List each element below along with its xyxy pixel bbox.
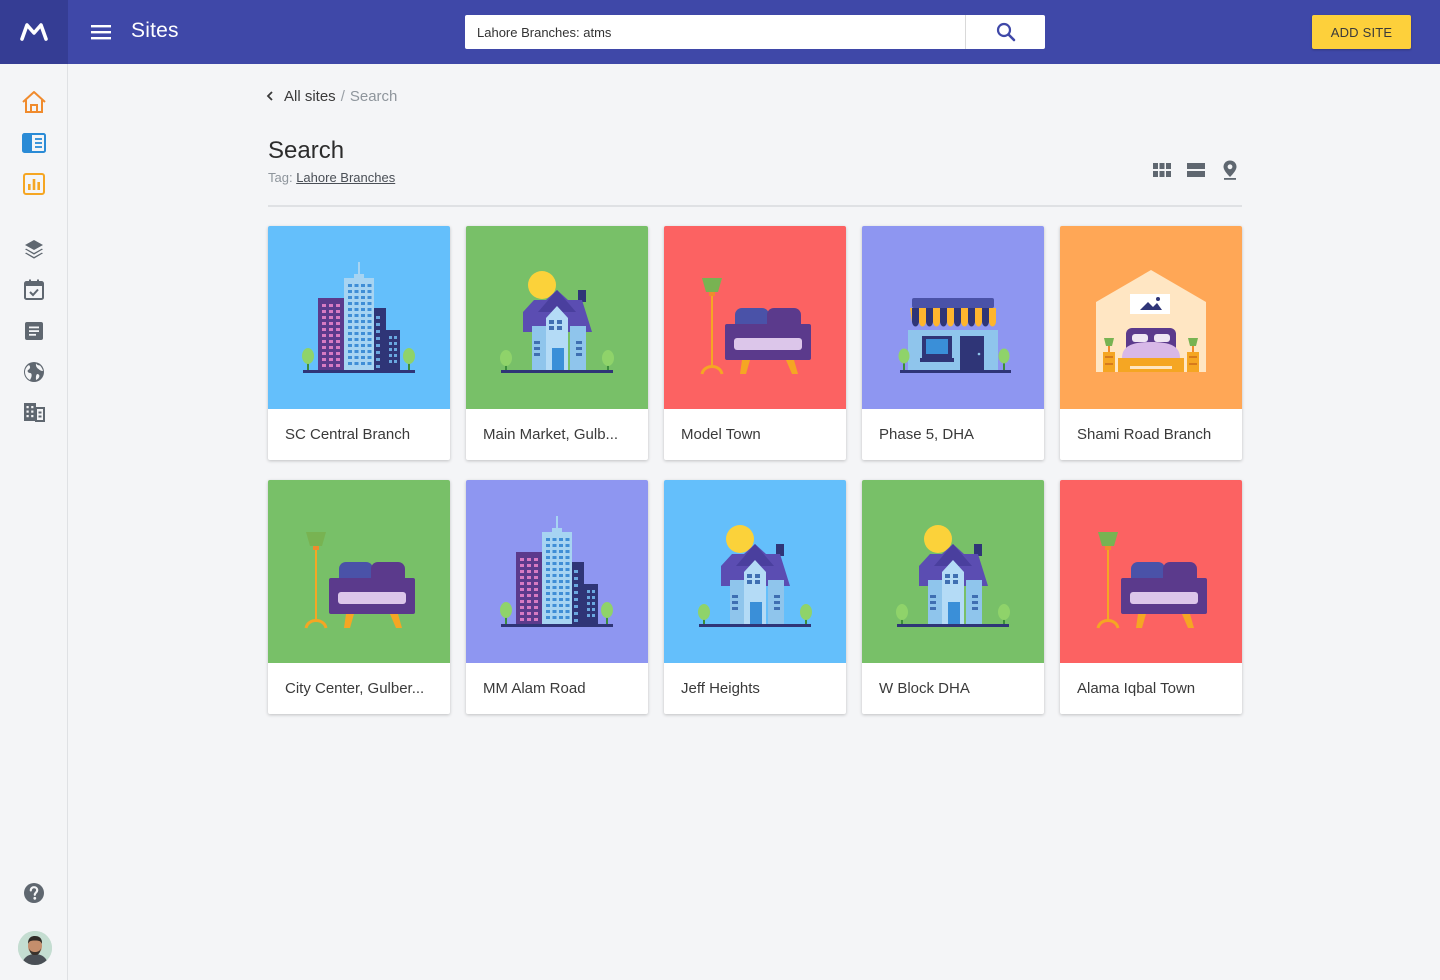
site-card-title: Phase 5, DHA	[879, 426, 975, 443]
sidebar-item-reports[interactable]	[21, 130, 47, 156]
site-card-title: Main Market, Gulb...	[483, 426, 619, 443]
bedroom-illustration	[1060, 226, 1242, 409]
list-view-icon	[1187, 163, 1205, 177]
site-card-title: Model Town	[681, 426, 761, 443]
avatar[interactable]	[18, 931, 52, 965]
tag-link[interactable]: Lahore Branches	[296, 170, 395, 185]
sidebar-item-globe[interactable]	[21, 359, 47, 385]
help-icon	[24, 883, 44, 903]
sofa-illustration	[268, 480, 450, 663]
site-card-title: City Center, Gulber...	[285, 680, 425, 697]
app-logo[interactable]	[0, 0, 68, 64]
chart-icon	[23, 173, 45, 195]
chevron-left-icon	[266, 91, 273, 101]
sidebar-item-help[interactable]	[21, 880, 47, 906]
skyscraper-illustration	[466, 480, 648, 663]
site-card-title: MM Alam Road	[483, 680, 586, 697]
page-section-title: Sites	[131, 19, 179, 42]
sidebar-item-layers[interactable]	[21, 236, 47, 262]
add-site-button[interactable]: ADD SITE	[1312, 15, 1411, 49]
site-card[interactable]: W Block DHA	[862, 480, 1044, 714]
sofa-illustration	[664, 226, 846, 409]
map-view-icon	[1223, 160, 1237, 180]
sofa-illustration	[1060, 480, 1242, 663]
search-box	[465, 15, 1045, 49]
map-view-button[interactable]	[1218, 158, 1242, 182]
sidebar-item-home[interactable]	[21, 89, 47, 115]
house-illustration	[862, 480, 1044, 663]
top-bar: Sites ADD SITE	[0, 0, 1440, 64]
globe-icon	[24, 362, 44, 382]
site-card-title: Alama Iqbal Town	[1077, 680, 1196, 697]
hamburger-icon	[91, 25, 111, 40]
book-icon	[22, 133, 46, 153]
search-input[interactable]	[465, 15, 965, 49]
grid-view-button[interactable]	[1150, 158, 1174, 182]
search-button[interactable]	[965, 15, 1045, 49]
site-card[interactable]: Shami Road Branch	[1060, 226, 1242, 460]
site-card[interactable]: Jeff Heights	[664, 480, 846, 714]
menu-button[interactable]	[88, 20, 114, 44]
tag-line: Tag: Lahore Branches	[268, 170, 395, 185]
site-card-title: Jeff Heights	[681, 680, 760, 697]
site-card-title: W Block DHA	[879, 680, 970, 697]
calendar-icon	[24, 279, 44, 300]
sidebar-item-analytics[interactable]	[21, 171, 47, 197]
site-card[interactable]: City Center, Gulber...	[268, 480, 450, 714]
house-illustration	[466, 226, 648, 409]
site-card-title: SC Central Branch	[285, 426, 411, 443]
site-card-title: Shami Road Branch	[1077, 426, 1212, 443]
breadcrumb-current: Search	[349, 87, 398, 105]
site-card[interactable]: Model Town	[664, 226, 846, 460]
sidebar-item-calendar[interactable]	[21, 277, 47, 303]
site-card[interactable]: Phase 5, DHA	[862, 226, 1044, 460]
list-view-button[interactable]	[1184, 158, 1208, 182]
site-card[interactable]: Main Market, Gulb...	[466, 226, 648, 460]
tag-label: Tag:	[268, 170, 293, 185]
breadcrumb-separator: /	[340, 87, 345, 105]
site-card[interactable]: SC Central Branch	[268, 226, 450, 460]
search-icon	[996, 22, 1015, 42]
back-button[interactable]	[266, 86, 276, 106]
user-avatar-image	[18, 931, 52, 965]
shop-illustration	[862, 226, 1044, 409]
document-icon	[25, 322, 43, 340]
grid-view-icon	[1153, 163, 1171, 177]
house-illustration	[664, 480, 846, 663]
site-card[interactable]: Alama Iqbal Town	[1060, 480, 1242, 714]
header-divider	[268, 205, 1242, 207]
breadcrumb-all-sites-link[interactable]: All sites	[284, 88, 336, 105]
page-title: Search	[268, 137, 345, 164]
view-mode-switcher	[1150, 158, 1242, 182]
sidebar-item-buildings[interactable]	[21, 399, 47, 425]
layers-icon	[25, 240, 43, 259]
skyscraper-illustration	[268, 226, 450, 409]
breadcrumb: All sites / Search	[266, 86, 397, 106]
logo-icon	[20, 23, 48, 41]
building-icon	[24, 403, 45, 422]
sidebar	[0, 64, 68, 980]
site-card[interactable]: MM Alam Road	[466, 480, 648, 714]
sidebar-item-documents[interactable]	[21, 318, 47, 344]
home-icon	[22, 91, 46, 113]
